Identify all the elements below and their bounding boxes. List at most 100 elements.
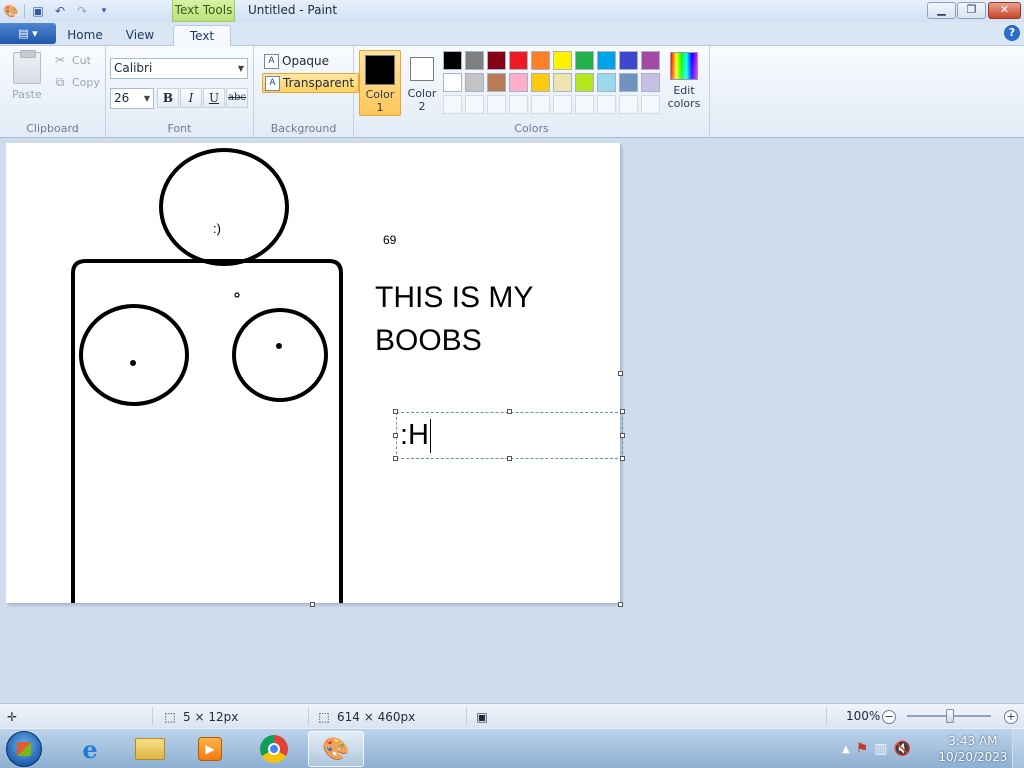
palette-color-swatch[interactable] <box>575 73 594 92</box>
paste-icon[interactable] <box>13 50 41 84</box>
canvas-resize-handle-bottom[interactable] <box>310 602 315 607</box>
paste-button[interactable]: Paste <box>12 88 42 101</box>
strikethrough-button[interactable]: abc <box>226 88 248 108</box>
drawing-canvas[interactable]: :) 69 THIS IS MY BOOBS :H <box>6 143 625 607</box>
font-size-select[interactable]: 26 ▼ <box>110 88 154 109</box>
volume-muted-icon[interactable]: 🔇 <box>894 741 911 757</box>
textbox-handle-nw[interactable] <box>393 409 398 414</box>
paint-menu-button[interactable]: ▤ ▾ <box>0 23 56 44</box>
palette-color-swatch[interactable] <box>619 51 638 70</box>
opaque-icon: A <box>264 53 279 69</box>
network-icon[interactable]: ▥ <box>874 741 887 757</box>
palette-color-swatch[interactable] <box>597 51 616 70</box>
palette-color-swatch[interactable] <box>575 51 594 70</box>
customize-qat-icon[interactable]: ▾ <box>95 3 113 19</box>
canvas-workspace[interactable]: :) 69 THIS IS MY BOOBS :H <box>0 138 1024 703</box>
textbox-handle-se[interactable] <box>620 456 625 461</box>
undo-icon[interactable]: ↶ <box>51 3 69 19</box>
file-explorer-taskbar-button[interactable] <box>122 731 178 767</box>
palette-color-swatch[interactable] <box>597 73 616 92</box>
palette-color-swatch[interactable] <box>443 51 462 70</box>
tab-view[interactable]: View <box>117 25 163 46</box>
edit-colors-button[interactable]: Edit colors <box>666 52 702 110</box>
palette-custom-slot[interactable] <box>597 95 616 114</box>
zoom-in-button[interactable]: + <box>1004 710 1018 724</box>
textbox-handle-ne[interactable] <box>620 409 625 414</box>
show-desktop-button[interactable] <box>1012 729 1024 768</box>
transparent-button[interactable]: A Transparent <box>262 73 360 93</box>
copy-icon: ⧉ <box>55 75 65 89</box>
palette-custom-slot[interactable] <box>619 95 638 114</box>
palette-custom-slot[interactable] <box>575 95 594 114</box>
selection-size-value: 5 × 12px <box>183 710 239 724</box>
start-button[interactable] <box>6 731 42 767</box>
palette-custom-slot[interactable] <box>641 95 660 114</box>
chrome-taskbar-button[interactable] <box>246 731 302 767</box>
color1-swatch <box>365 55 395 85</box>
palette-color-swatch[interactable] <box>509 73 528 92</box>
palette-custom-slot[interactable] <box>465 95 484 114</box>
palette-custom-slot[interactable] <box>531 95 550 114</box>
palette-custom-slot[interactable] <box>487 95 506 114</box>
palette-color-swatch[interactable] <box>465 51 484 70</box>
palette-color-swatch[interactable] <box>641 51 660 70</box>
tab-home[interactable]: Home <box>62 25 108 46</box>
show-hidden-icons-icon[interactable]: ▲ <box>842 744 850 755</box>
palette-color-swatch[interactable] <box>465 73 484 92</box>
bold-button[interactable]: B <box>157 88 179 108</box>
quick-access-toolbar: 🎨 ▣ ↶ ↷ ▾ <box>2 2 113 20</box>
status-separator <box>308 707 309 726</box>
media-player-taskbar-button[interactable]: ▶ <box>182 731 238 767</box>
palette-color-swatch[interactable] <box>531 51 550 70</box>
textbox-handle-n[interactable] <box>507 409 512 414</box>
cut-button[interactable]: ✂ Cut <box>52 52 91 68</box>
color2-button[interactable]: Color 2 <box>401 50 443 116</box>
italic-button[interactable]: I <box>180 88 202 108</box>
canvas-resize-handle-right[interactable] <box>618 371 623 376</box>
palette-color-swatch[interactable] <box>531 73 550 92</box>
active-text-box[interactable]: :H <box>396 412 623 459</box>
palette-color-swatch[interactable] <box>487 51 506 70</box>
minimize-button[interactable]: ▁ <box>927 2 956 19</box>
palette-custom-slot[interactable] <box>553 95 572 114</box>
zoom-out-button[interactable]: − <box>882 710 896 724</box>
palette-color-swatch[interactable] <box>641 73 660 92</box>
close-button[interactable]: ✕ <box>988 2 1021 19</box>
textbox-handle-w[interactable] <box>393 433 398 438</box>
redo-icon[interactable]: ↷ <box>73 3 91 19</box>
palette-color-swatch[interactable] <box>553 73 572 92</box>
copy-button[interactable]: ⧉ Copy <box>52 74 100 90</box>
save-icon[interactable]: ▣ <box>29 3 47 19</box>
left-breast-circle <box>79 304 189 406</box>
internet-explorer-taskbar-button[interactable]: e <box>62 731 118 767</box>
action-center-icon[interactable]: ⚑ <box>856 741 869 757</box>
palette-custom-slot[interactable] <box>509 95 528 114</box>
zoom-slider-thumb[interactable] <box>946 709 954 723</box>
palette-color-swatch[interactable] <box>509 51 528 70</box>
textbox-handle-s[interactable] <box>507 456 512 461</box>
selection-size: ⬚ 5 × 12px <box>162 709 238 725</box>
underline-button[interactable]: U <box>203 88 225 108</box>
textbox-handle-e[interactable] <box>620 433 625 438</box>
palette-custom-slot[interactable] <box>443 95 462 114</box>
palette-color-swatch[interactable] <box>619 73 638 92</box>
help-icon[interactable]: ? <box>1004 25 1020 41</box>
restore-button[interactable]: ❐ <box>957 2 986 19</box>
paint-taskbar-button[interactable]: 🎨 <box>308 731 364 767</box>
palette-color-swatch[interactable] <box>487 73 506 92</box>
paint-app-icon[interactable]: 🎨 <box>2 3 20 19</box>
window-title: Untitled - Paint <box>248 3 338 17</box>
chevron-down-icon: ▼ <box>143 94 150 103</box>
palette-color-swatch[interactable] <box>553 51 572 70</box>
tab-text[interactable]: Text <box>173 25 231 47</box>
font-family-value: Calibri <box>114 61 153 75</box>
textbox-handle-sw[interactable] <box>393 456 398 461</box>
internet-explorer-icon: e <box>82 734 98 764</box>
opaque-button[interactable]: A Opaque <box>262 51 333 71</box>
clock[interactable]: 3:43 AM 10/20/2023 <box>938 733 1008 765</box>
font-family-select[interactable]: Calibri ▼ <box>110 58 248 79</box>
text-box-content[interactable]: :H <box>400 419 431 454</box>
canvas-resize-handle-corner[interactable] <box>618 602 623 607</box>
palette-color-swatch[interactable] <box>443 73 462 92</box>
color1-button[interactable]: Color 1 <box>359 50 401 116</box>
